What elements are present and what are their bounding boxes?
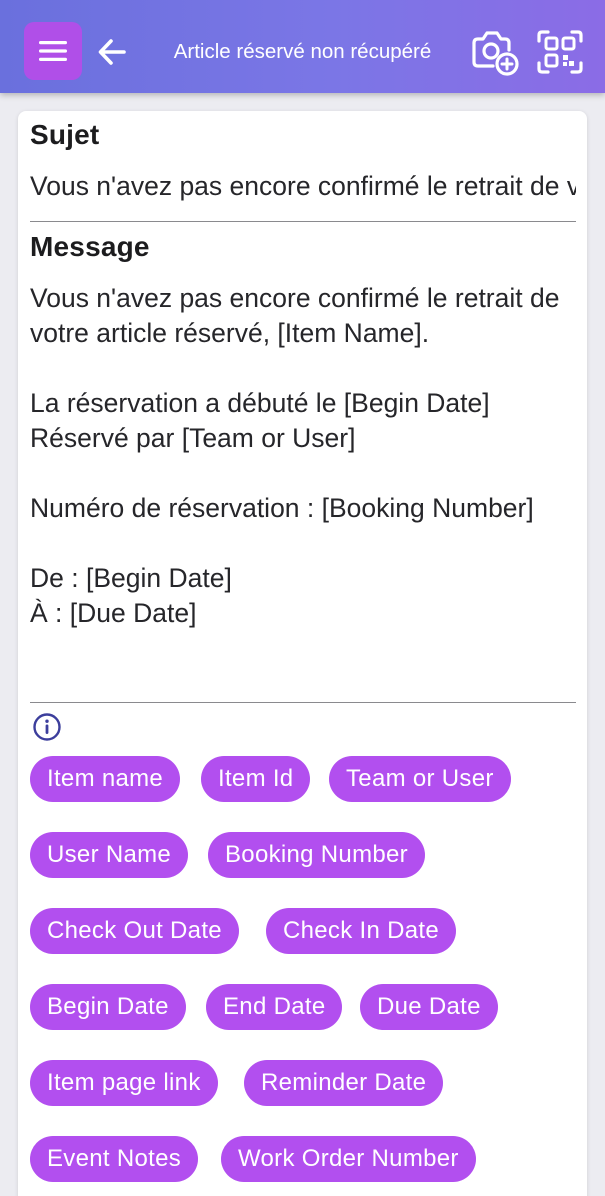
back-button[interactable] (92, 30, 132, 74)
notification-form-card: Sujet Vous n'avez pas encore confirmé le… (18, 111, 587, 1196)
chip-due-date[interactable]: Due Date (360, 984, 498, 1030)
qr-scan-icon (537, 30, 583, 74)
subject-input[interactable]: Vous n'avez pas encore confirmé le retra… (30, 171, 576, 202)
chip-work-order-number[interactable]: Work Order Number (221, 1136, 476, 1182)
arrow-left-icon (98, 39, 126, 65)
chip-user-name[interactable]: User Name (30, 832, 189, 878)
app-header: Article réservé non récupéré (0, 0, 605, 93)
subject-divider (30, 221, 576, 222)
chip-item-name[interactable]: Item name (30, 756, 181, 802)
hamburger-menu-icon (39, 41, 67, 61)
page-title: Article réservé non récupéré (173, 40, 432, 63)
chip-booking-number[interactable]: Booking Number (208, 832, 425, 878)
message-divider (30, 702, 576, 703)
chip-team-or-user[interactable]: Team or User (329, 756, 511, 802)
menu-button[interactable] (24, 22, 82, 80)
chip-event-notes[interactable]: Event Notes (30, 1136, 199, 1182)
message-label: Message (30, 231, 150, 262)
add-photo-button[interactable] (469, 28, 519, 76)
info-circle-icon[interactable] (32, 712, 62, 742)
message-textarea[interactable]: Vous n'avez pas encore confirmé le retra… (30, 281, 576, 684)
chip-item-id[interactable]: Item Id (201, 756, 311, 802)
subject-label: Sujet (30, 119, 100, 150)
chip-begin-date[interactable]: Begin Date (30, 984, 186, 1030)
scan-button[interactable] (535, 28, 585, 76)
chip-item-page-link[interactable]: Item page link (30, 1060, 218, 1106)
camera-add-icon (472, 31, 519, 76)
chip-check-in-date[interactable]: Check In Date (266, 908, 456, 954)
chip-reminder-date[interactable]: Reminder Date (244, 1060, 444, 1106)
chip-check-out-date[interactable]: Check Out Date (30, 908, 239, 954)
chip-end-date[interactable]: End Date (206, 984, 343, 1030)
